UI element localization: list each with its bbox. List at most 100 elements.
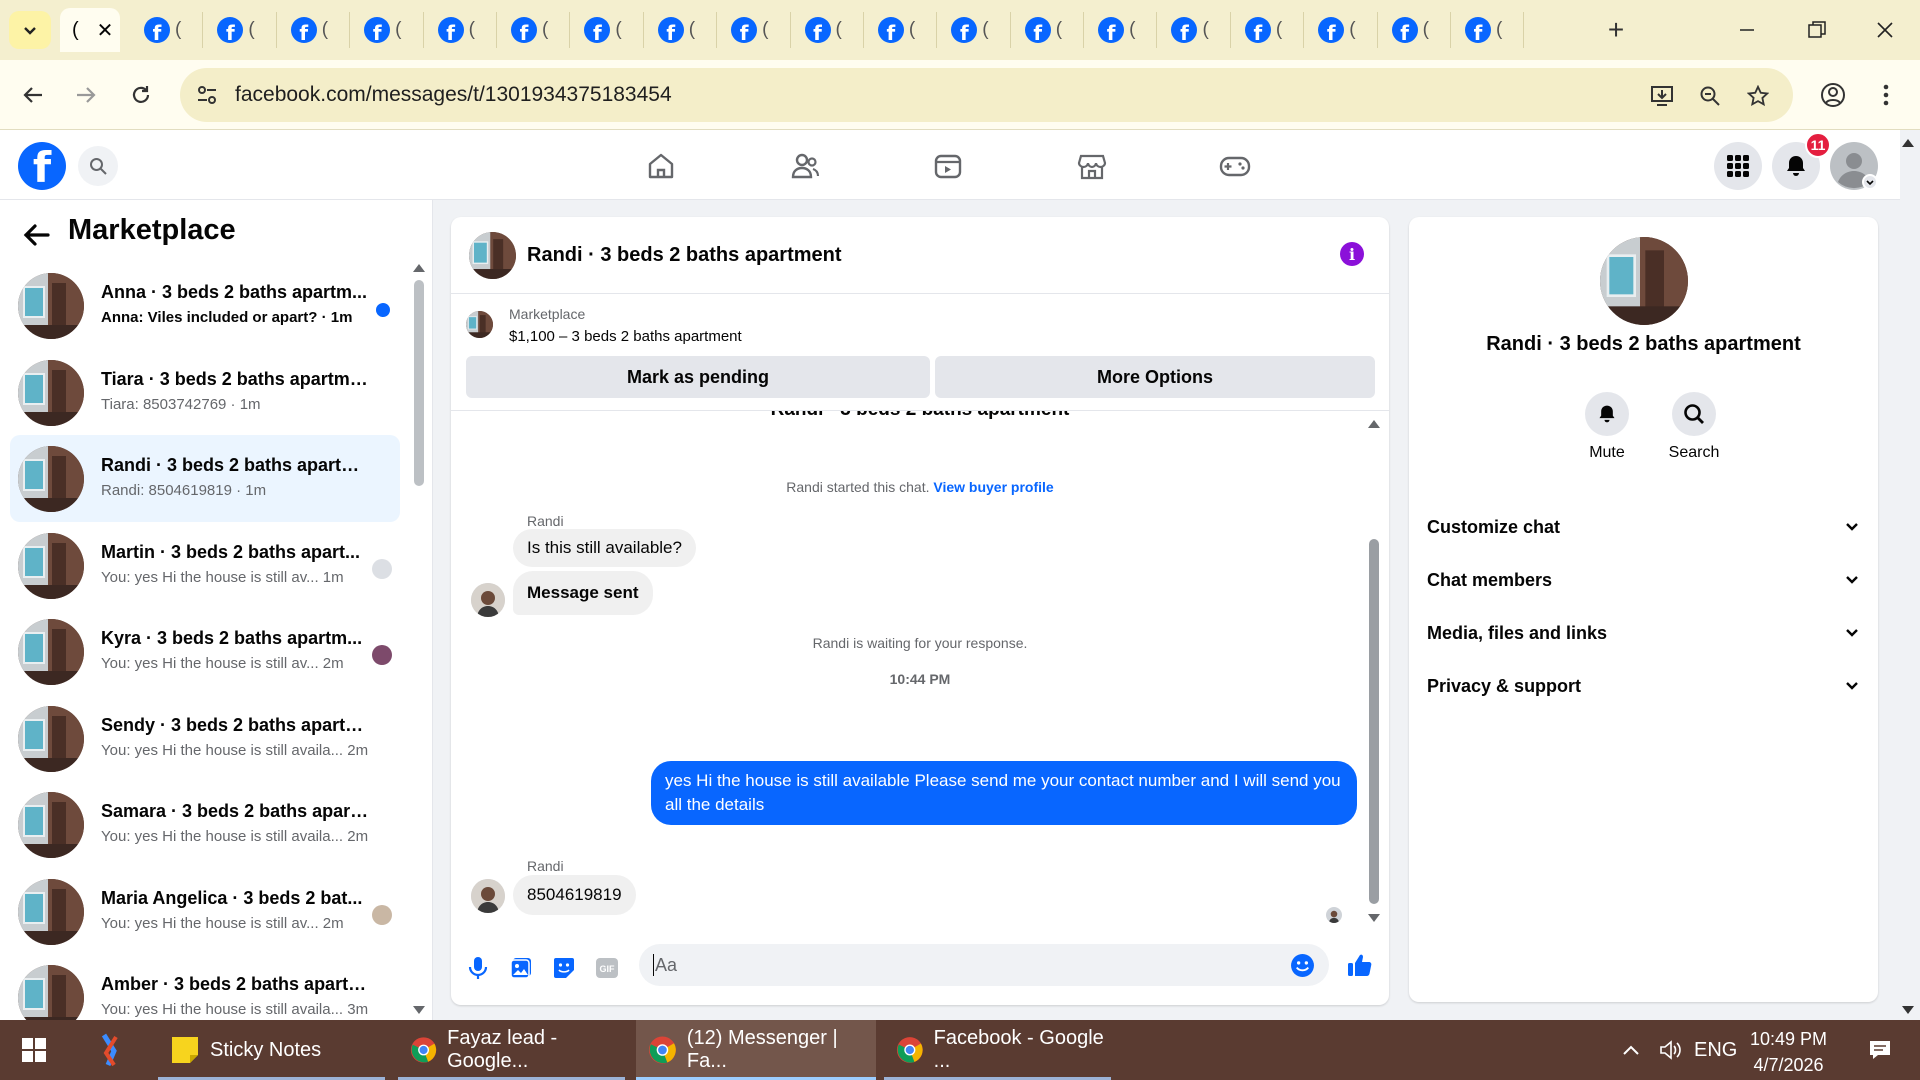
thread-scroll-up-arrow[interactable] <box>1368 420 1380 428</box>
video-nav-button[interactable] <box>930 148 966 184</box>
address-bar[interactable]: facebook.com/messages/t/1301934375183454 <box>180 68 1793 122</box>
browser-tab[interactable]: f( <box>1378 12 1452 48</box>
info-section[interactable]: Chat members <box>1427 560 1859 600</box>
conversation-avatar[interactable] <box>1600 237 1688 325</box>
friends-nav-button[interactable] <box>787 148 823 184</box>
taskbar-app-chrome-facebook[interactable]: Facebook - Google ... <box>884 1020 1111 1080</box>
info-section[interactable]: Customize chat <box>1427 507 1859 547</box>
tab-active[interactable]: ( ✕ <box>60 8 120 52</box>
message-input[interactable]: Aa <box>639 944 1329 986</box>
menu-button[interactable] <box>1714 142 1762 190</box>
tab-search-button[interactable] <box>9 11 51 49</box>
page-scroll-up-arrow[interactable] <box>1902 139 1914 147</box>
bookmark-star-icon[interactable] <box>1742 80 1774 112</box>
forward-button[interactable] <box>68 77 104 113</box>
browser-tab[interactable]: f( <box>1451 12 1525 48</box>
account-button[interactable] <box>1830 142 1878 190</box>
reload-button[interactable] <box>123 77 159 113</box>
browser-tab[interactable]: f( <box>937 12 1011 48</box>
marketplace-nav-button[interactable] <box>1074 148 1110 184</box>
mark-as-pending-button[interactable]: Mark as pending <box>466 356 930 398</box>
incoming-message[interactable]: Message sent <box>513 571 653 615</box>
list-scroll-up-arrow[interactable] <box>413 264 425 272</box>
home-nav-button[interactable] <box>643 148 679 184</box>
clock[interactable]: 10:49 PM 4/7/2026 <box>1750 1026 1827 1078</box>
outgoing-message[interactable]: yes Hi the house is still available Plea… <box>651 761 1357 825</box>
sender-avatar[interactable] <box>471 583 505 617</box>
taskbar-pinned-app[interactable] <box>84 1020 144 1080</box>
facebook-search-button[interactable] <box>78 146 118 186</box>
conversation-item[interactable]: Anna · 3 beds 2 baths apartm... Anna: Vil… <box>10 262 400 349</box>
chat-title[interactable]: Randi · 3 beds 2 baths apartment <box>527 244 842 267</box>
zoom-icon[interactable] <box>1694 80 1726 112</box>
conversation-item[interactable]: Samara · 3 beds 2 baths apartm... You: ye… <box>10 781 400 868</box>
conversation-item[interactable]: Maria Angelica · 3 beds 2 bat... You: yes… <box>10 868 400 955</box>
voice-clip-button[interactable] <box>465 955 491 981</box>
browser-tab[interactable]: f( <box>130 12 204 48</box>
browser-tab[interactable]: f( <box>203 12 277 48</box>
sticker-button[interactable] <box>551 955 577 981</box>
chat-avatar[interactable] <box>469 232 516 279</box>
conversation-item[interactable]: Martin · 3 beds 2 baths apart... You: yes… <box>10 522 400 609</box>
page-scroll-down-arrow[interactable] <box>1902 1006 1914 1014</box>
minimize-button[interactable] <box>1727 14 1767 46</box>
start-button[interactable] <box>10 1020 58 1080</box>
listing-price[interactable]: $1,100 – 3 beds 2 baths apartment <box>509 328 742 345</box>
thread-scroll-down-arrow[interactable] <box>1368 914 1380 922</box>
mute-action[interactable]: Mute <box>1572 392 1642 462</box>
conversation-list-scrollbar[interactable] <box>414 280 424 486</box>
browser-tab[interactable]: f( <box>350 12 424 48</box>
conversation-item[interactable]: Randi · 3 beds 2 baths apartment Randi: 8… <box>10 435 400 522</box>
thread-scrollbar[interactable] <box>1369 539 1379 904</box>
volume-button[interactable] <box>1647 1020 1687 1080</box>
conversation-item[interactable]: Sendy · 3 beds 2 baths apartment You: yes… <box>10 695 400 782</box>
browser-tab[interactable]: f( <box>277 12 351 48</box>
conversation-item[interactable]: Kyra · 3 beds 2 baths apartm... You: yes … <box>10 608 400 695</box>
browser-tab[interactable]: f( <box>1304 12 1378 48</box>
new-tab-button[interactable]: + <box>1598 12 1634 48</box>
gaming-nav-button[interactable] <box>1217 148 1253 184</box>
info-section[interactable]: Media, files and links <box>1427 613 1859 653</box>
language-indicator[interactable]: ENG <box>1682 1020 1742 1080</box>
emoji-icon[interactable] <box>1290 953 1315 978</box>
conversation-item[interactable]: Tiara · 3 beds 2 baths apartment Tiara: 8… <box>10 349 400 436</box>
list-scroll-down-arrow[interactable] <box>413 1006 425 1014</box>
profile-button[interactable] <box>1815 77 1851 113</box>
browser-tab[interactable]: f( <box>1231 12 1305 48</box>
close-window-button[interactable] <box>1865 14 1905 46</box>
search-action[interactable]: Search <box>1659 392 1729 462</box>
back-button[interactable] <box>15 77 51 113</box>
show-hidden-icons-button[interactable] <box>1610 1020 1650 1080</box>
back-arrow-icon[interactable] <box>20 218 54 252</box>
tab-close-icon[interactable]: ✕ <box>97 18 114 43</box>
browser-tab[interactable]: f( <box>791 12 864 48</box>
sender-avatar[interactable] <box>471 879 505 913</box>
restore-button[interactable] <box>1797 14 1837 46</box>
browser-menu-button[interactable] <box>1868 77 1904 113</box>
browser-tab[interactable]: f( <box>864 12 938 48</box>
browser-tab[interactable]: f( <box>497 12 571 48</box>
browser-tab[interactable]: f( <box>1157 12 1231 48</box>
gif-button[interactable]: GIF <box>594 955 620 981</box>
listing-thumbnail[interactable] <box>466 311 493 338</box>
info-section[interactable]: Privacy & support <box>1427 666 1859 706</box>
incoming-message[interactable]: Is this still available? <box>513 529 696 567</box>
browser-tab[interactable]: f( <box>1084 12 1158 48</box>
taskbar-app-chrome-fayaz[interactable]: Fayaz lead - Google... <box>398 1020 625 1080</box>
facebook-logo[interactable]: f <box>18 142 66 190</box>
site-info-icon[interactable] <box>196 84 218 106</box>
browser-tab[interactable]: f( <box>644 12 718 48</box>
view-buyer-profile-link[interactable]: View buyer profile <box>933 479 1053 495</box>
info-icon[interactable]: i <box>1340 242 1364 266</box>
taskbar-app-chrome-messenger[interactable]: (12) Messenger | Fa... <box>636 1020 876 1080</box>
send-like-button[interactable] <box>1347 952 1373 978</box>
browser-tab[interactable]: f( <box>1011 12 1085 48</box>
install-app-icon[interactable] <box>1646 80 1678 112</box>
attach-photo-button[interactable] <box>508 955 534 981</box>
url-text[interactable]: facebook.com/messages/t/1301934375183454 <box>235 83 672 107</box>
taskbar-app-sticky-notes[interactable]: Sticky Notes <box>158 1020 385 1080</box>
browser-tab[interactable]: f( <box>424 12 497 48</box>
incoming-message[interactable]: 8504619819 <box>513 875 636 915</box>
notifications-center-button[interactable] <box>1856 1020 1906 1080</box>
browser-tab[interactable]: f( <box>570 12 644 48</box>
